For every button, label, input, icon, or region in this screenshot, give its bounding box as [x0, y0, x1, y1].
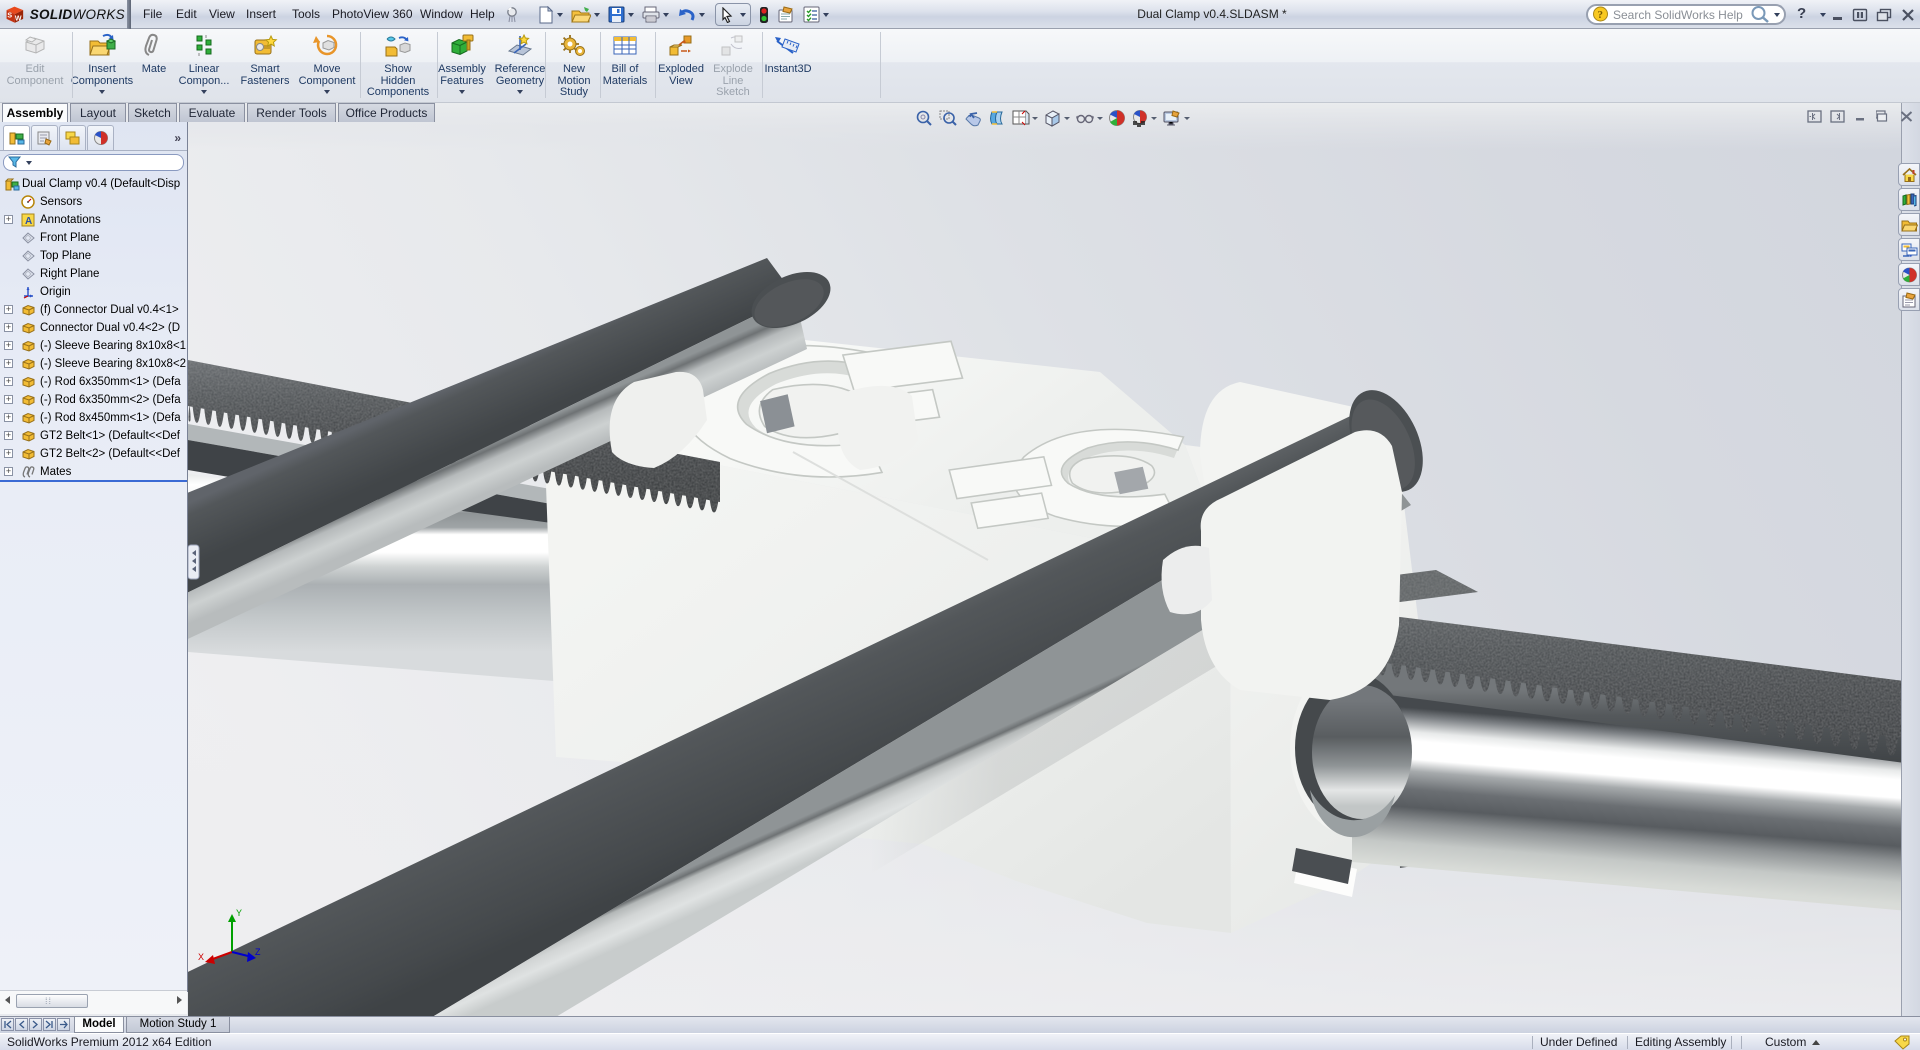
svg-text:A: A	[25, 216, 32, 227]
svg-text:Z: Z	[255, 947, 261, 957]
svg-text:S: S	[7, 12, 12, 20]
svg-text:Y: Y	[236, 908, 242, 918]
svg-text:X: X	[198, 952, 204, 962]
svg-text:W: W	[15, 14, 22, 22]
svg-text:?: ?	[1598, 9, 1604, 21]
